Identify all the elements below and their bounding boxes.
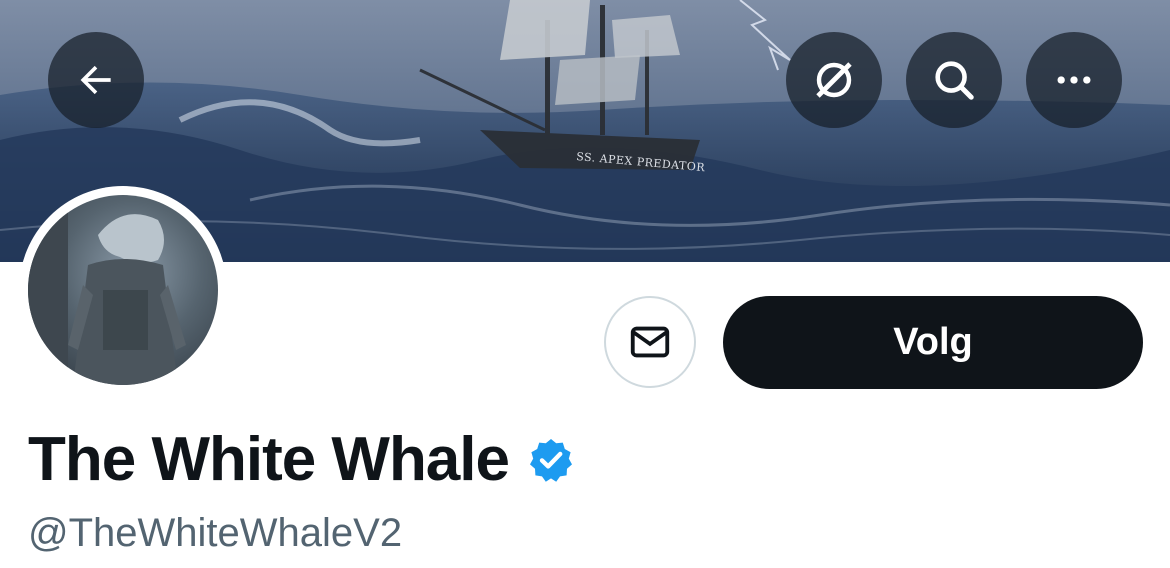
more-horizontal-icon: [1057, 76, 1091, 84]
grok-icon: [816, 62, 852, 98]
avatar[interactable]: [28, 195, 218, 385]
message-button[interactable]: [604, 296, 696, 388]
more-button[interactable]: [1026, 32, 1122, 128]
avatar-illustration: [28, 195, 186, 385]
display-name: The White Whale: [28, 425, 510, 494]
arrow-left-icon: [80, 65, 111, 95]
grok-button[interactable]: [786, 32, 882, 128]
back-button[interactable]: [48, 32, 144, 128]
search-button[interactable]: [906, 32, 1002, 128]
profile-handle: @TheWhiteWhaleV2: [28, 511, 403, 555]
search-icon: [935, 61, 974, 100]
profile-name-row: The White Whale: [28, 420, 575, 500]
mail-icon: [630, 326, 670, 358]
follow-button[interactable]: Volg: [723, 296, 1143, 389]
verified-badge-icon[interactable]: [527, 436, 575, 484]
